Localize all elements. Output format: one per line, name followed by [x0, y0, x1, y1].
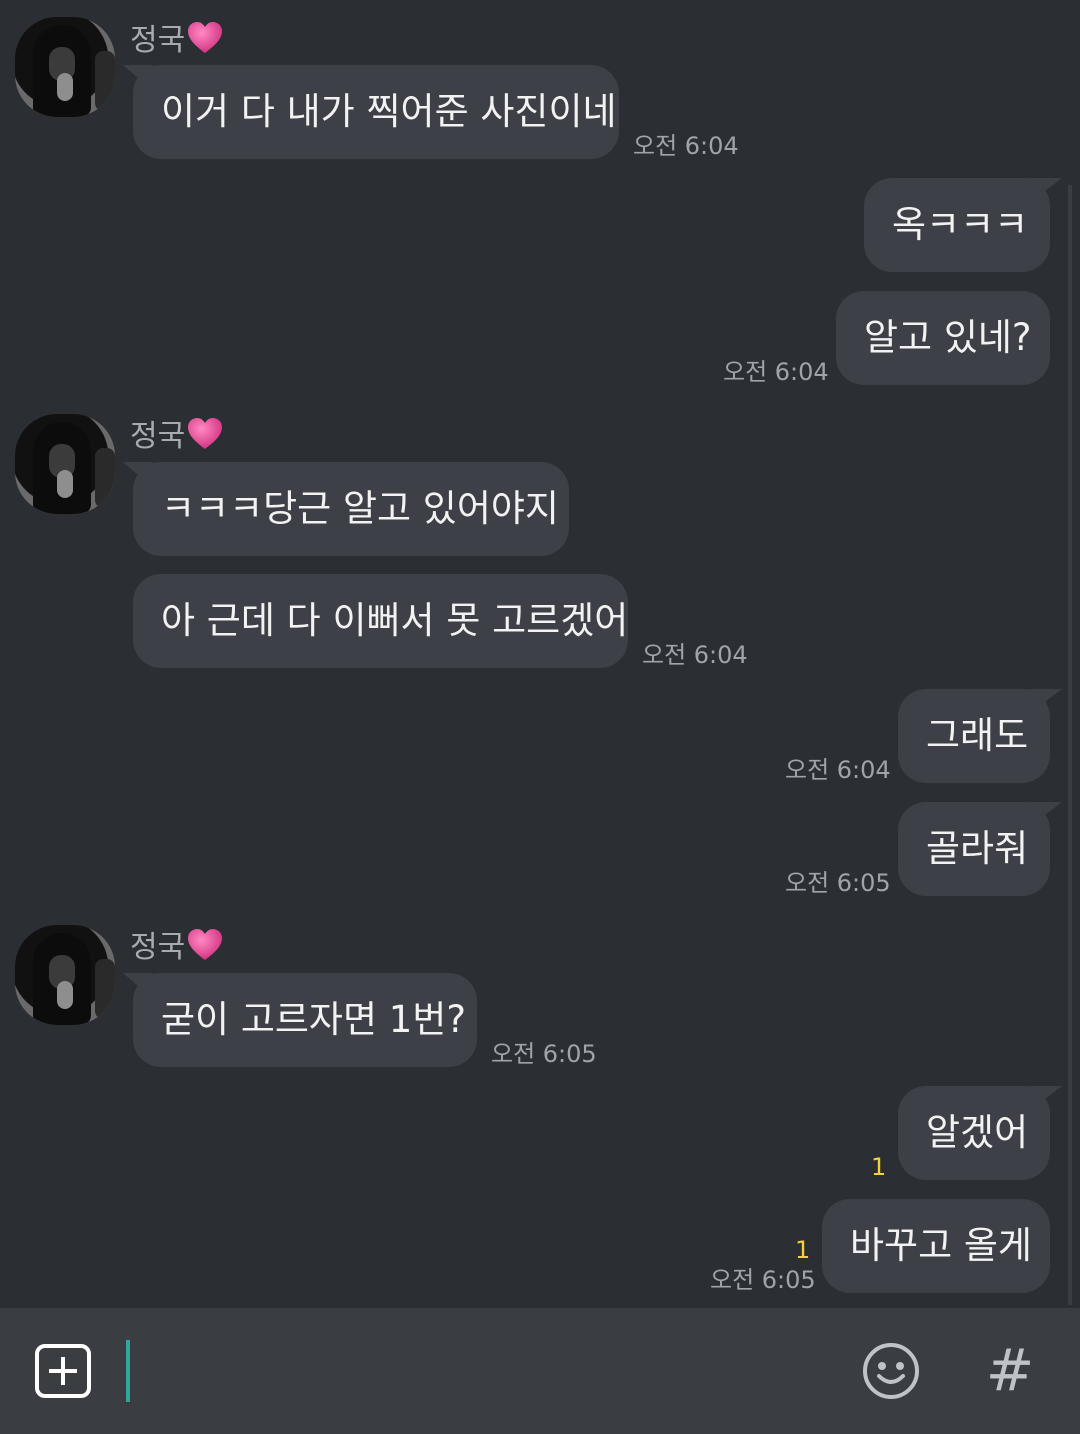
- message-bubble[interactable]: 그래도: [898, 689, 1050, 783]
- message-time: 오전 6:05: [785, 869, 891, 897]
- unread-count: 1: [795, 1236, 811, 1264]
- message-bubble[interactable]: 바꾸고 올게: [822, 1199, 1050, 1293]
- hashtag-search-button[interactable]: #: [982, 1340, 1038, 1400]
- pink-heart-icon: [188, 929, 223, 960]
- scrollbar[interactable]: [1068, 185, 1072, 1305]
- message-bubble[interactable]: 골라줘: [898, 802, 1050, 896]
- plus-square-icon[interactable]: [35, 1344, 91, 1398]
- message-bubble[interactable]: 알겠어: [898, 1086, 1050, 1180]
- message-bubble[interactable]: 알고 있네?: [836, 291, 1050, 385]
- sender-name: 정국: [130, 927, 223, 966]
- message-bubble[interactable]: 굳이 고르자면 1번?: [133, 973, 477, 1067]
- unread-count: 1: [871, 1153, 887, 1181]
- contact-avatar[interactable]: [15, 925, 115, 1025]
- sender-name: 정국: [130, 20, 223, 59]
- contact-avatar[interactable]: [15, 414, 115, 514]
- message-time: 오전 6:05: [491, 1040, 597, 1068]
- message-input[interactable]: [126, 1340, 130, 1402]
- message-time: 오전 6:04: [633, 132, 739, 160]
- sender-name: 정국: [130, 416, 223, 455]
- message-bubble[interactable]: ㅋㅋㅋ당근 알고 있어야지: [133, 462, 569, 556]
- message-time: 오전 6:05: [710, 1266, 816, 1294]
- message-bubble[interactable]: 이거 다 내가 찍어준 사진이네: [133, 65, 619, 159]
- chat-area[interactable]: 정국 이거 다 내가 찍어준 사진이네 오전 6:04 옥ㅋㅋㅋ 알고 있네? …: [0, 0, 1080, 1308]
- message-bubble[interactable]: 아 근데 다 이뻐서 못 고르겠어: [133, 574, 628, 668]
- contact-avatar[interactable]: [15, 17, 115, 117]
- message-bubble[interactable]: 옥ㅋㅋㅋ: [864, 178, 1050, 272]
- pink-heart-icon: [188, 22, 223, 53]
- message-time: 오전 6:04: [785, 756, 891, 784]
- message-time: 오전 6:04: [723, 358, 829, 386]
- emoji-icon[interactable]: [862, 1342, 920, 1400]
- message-time: 오전 6:04: [642, 641, 748, 669]
- pink-heart-icon: [188, 418, 223, 449]
